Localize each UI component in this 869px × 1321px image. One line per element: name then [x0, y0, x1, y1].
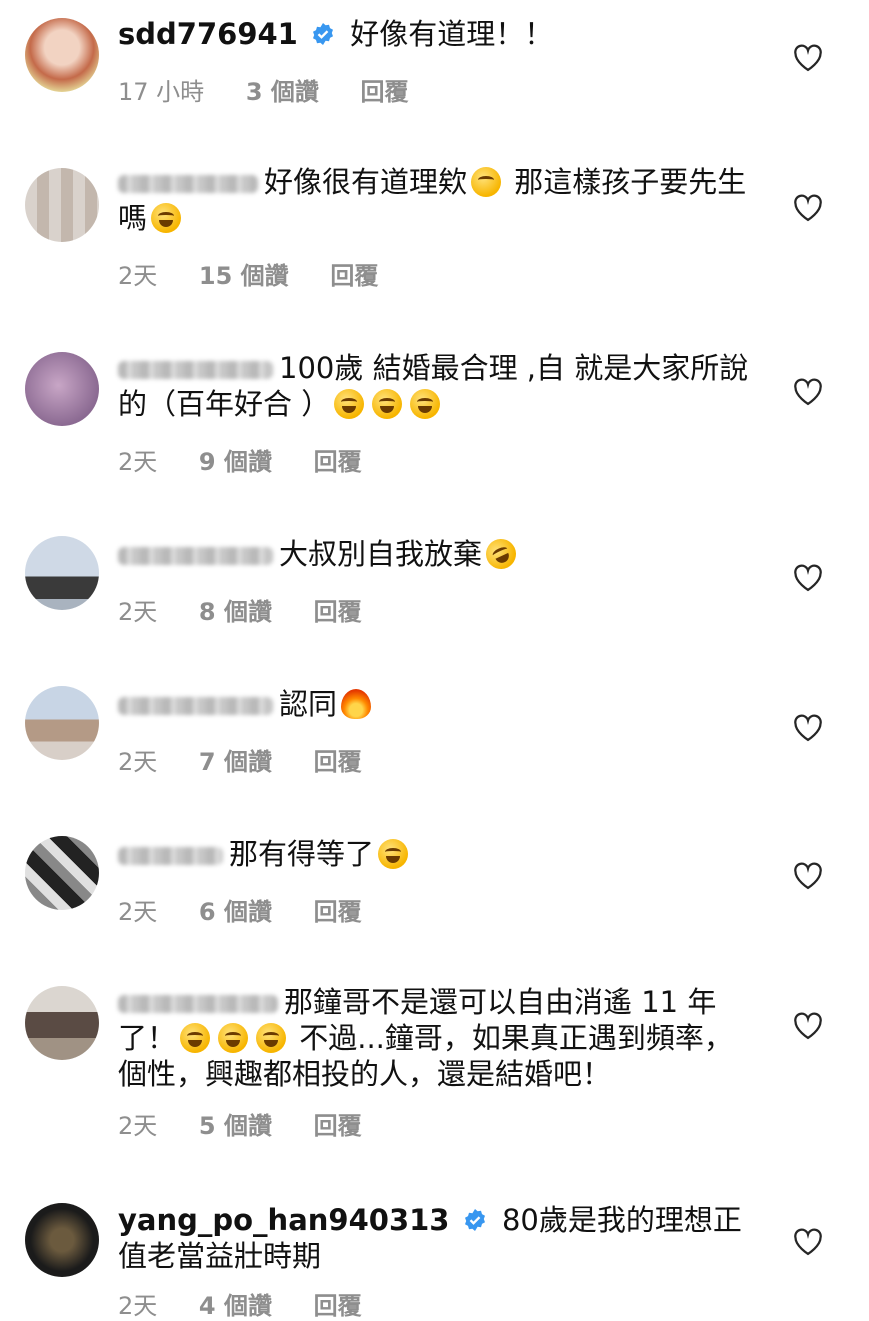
comment-text: 那有得等了 — [118, 836, 758, 872]
laugh-cry-emoji — [151, 203, 182, 233]
comment-body-cont: 不過...鐘哥，如果真正遇到頻率，個性，興趣都相投的人，還是結婚吧！ — [118, 1021, 733, 1091]
comment-meta: 17 小時 3 個讚 回覆 — [118, 72, 443, 107]
like-heart-icon[interactable] — [793, 862, 823, 890]
username-blurred[interactable] — [118, 995, 278, 1013]
username-blurred[interactable] — [118, 697, 273, 715]
comment-body: 大叔別自我放棄 — [279, 537, 483, 571]
like-count[interactable]: 3 個讚 — [246, 78, 319, 106]
reply-button[interactable]: 回覆 — [314, 898, 362, 926]
reply-button[interactable]: 回覆 — [361, 78, 409, 106]
username-blurred[interactable] — [118, 361, 273, 379]
comment-text: 大叔別自我放棄 — [118, 534, 758, 574]
laugh-cry-emoji — [218, 1023, 249, 1053]
comment-meta: 2天 4 個讚 回覆 — [118, 1286, 396, 1321]
avatar[interactable] — [25, 168, 99, 242]
avatar[interactable] — [25, 536, 99, 610]
like-heart-icon[interactable] — [793, 1012, 823, 1040]
thinking-emoji — [471, 167, 502, 197]
like-count[interactable]: 5 個讚 — [199, 1112, 272, 1140]
timestamp: 2天 — [118, 1292, 158, 1320]
avatar[interactable] — [25, 352, 99, 426]
laugh-cry-emoji — [334, 389, 365, 419]
timestamp: 2天 — [118, 448, 158, 476]
like-heart-icon[interactable] — [793, 714, 823, 742]
reply-button[interactable]: 回覆 — [314, 748, 362, 776]
comment-meta: 2天 6 個讚 回覆 — [118, 892, 396, 927]
reply-button[interactable]: 回覆 — [314, 1292, 362, 1320]
verified-badge-icon — [313, 23, 334, 45]
username-blurred[interactable] — [118, 547, 273, 565]
laugh-cry-emoji — [180, 1023, 211, 1053]
rolling-laugh-emoji — [481, 534, 521, 574]
reply-button[interactable]: 回覆 — [314, 1112, 362, 1140]
username-blurred[interactable] — [118, 175, 258, 193]
comment-meta: 2天 15 個讚 回覆 — [118, 256, 412, 291]
reply-button[interactable]: 回覆 — [330, 262, 378, 290]
timestamp: 2天 — [118, 598, 158, 626]
like-heart-icon[interactable] — [793, 564, 823, 592]
avatar[interactable] — [25, 686, 99, 760]
fire-emoji — [341, 689, 372, 719]
timestamp: 2天 — [118, 898, 158, 926]
like-count[interactable]: 4 個讚 — [199, 1292, 272, 1320]
timestamp: 17 小時 — [118, 78, 205, 106]
like-heart-icon[interactable] — [793, 1228, 823, 1256]
comment-body: 好像有道理！！ — [350, 17, 554, 51]
comment-meta: 2天 7 個讚 回覆 — [118, 742, 396, 777]
laugh-cry-emoji — [378, 839, 409, 869]
laugh-cry-emoji — [256, 1023, 287, 1053]
comment-text: sdd776941 好像有道理！！ — [118, 16, 758, 52]
username[interactable]: yang_po_han940313 — [118, 1203, 450, 1237]
comment-text: 那鐘哥不是還可以自由消遙 11 年了！ 不過...鐘哥，如果真正遇到頻率，個性，… — [118, 984, 758, 1092]
avatar[interactable] — [25, 18, 99, 92]
comment-meta: 2天 9 個讚 回覆 — [118, 442, 396, 477]
username-blurred[interactable] — [118, 847, 223, 865]
comment-meta: 2天 5 個讚 回覆 — [118, 1106, 396, 1141]
avatar[interactable] — [25, 986, 99, 1060]
like-heart-icon[interactable] — [793, 44, 823, 72]
like-heart-icon[interactable] — [793, 194, 823, 222]
comment-body: 那有得等了 — [229, 837, 375, 871]
reply-button[interactable]: 回覆 — [314, 598, 362, 626]
comment-meta: 2天 8 個讚 回覆 — [118, 592, 396, 627]
timestamp: 2天 — [118, 262, 158, 290]
username[interactable]: sdd776941 — [118, 17, 298, 51]
comment-text: 好像很有道理欸 那這樣孩子要先生嗎 — [118, 164, 758, 236]
like-heart-icon[interactable] — [793, 378, 823, 406]
comment-body: 好像很有道理欸 — [264, 165, 468, 199]
like-count[interactable]: 9 個讚 — [199, 448, 272, 476]
reply-button[interactable]: 回覆 — [314, 448, 362, 476]
comment-text: 認同 — [118, 686, 758, 722]
verified-badge-icon — [464, 1209, 485, 1231]
avatar[interactable] — [25, 836, 99, 910]
timestamp: 2天 — [118, 748, 158, 776]
like-count[interactable]: 6 個讚 — [199, 898, 272, 926]
avatar[interactable] — [25, 1203, 99, 1277]
timestamp: 2天 — [118, 1112, 158, 1140]
like-count[interactable]: 8 個讚 — [199, 598, 272, 626]
laugh-cry-emoji — [410, 389, 441, 419]
like-count[interactable]: 15 個讚 — [199, 262, 289, 290]
like-count[interactable]: 7 個讚 — [199, 748, 272, 776]
laugh-cry-emoji — [372, 389, 403, 419]
comment-text: yang_po_han940313 80歲是我的理想正值老當益壯時期 — [118, 1202, 758, 1274]
comment-text: 100歲 結婚最合理 ,自 就是大家所說的（百年好合 ） — [118, 350, 758, 422]
comment-body: 認同 — [279, 687, 338, 721]
